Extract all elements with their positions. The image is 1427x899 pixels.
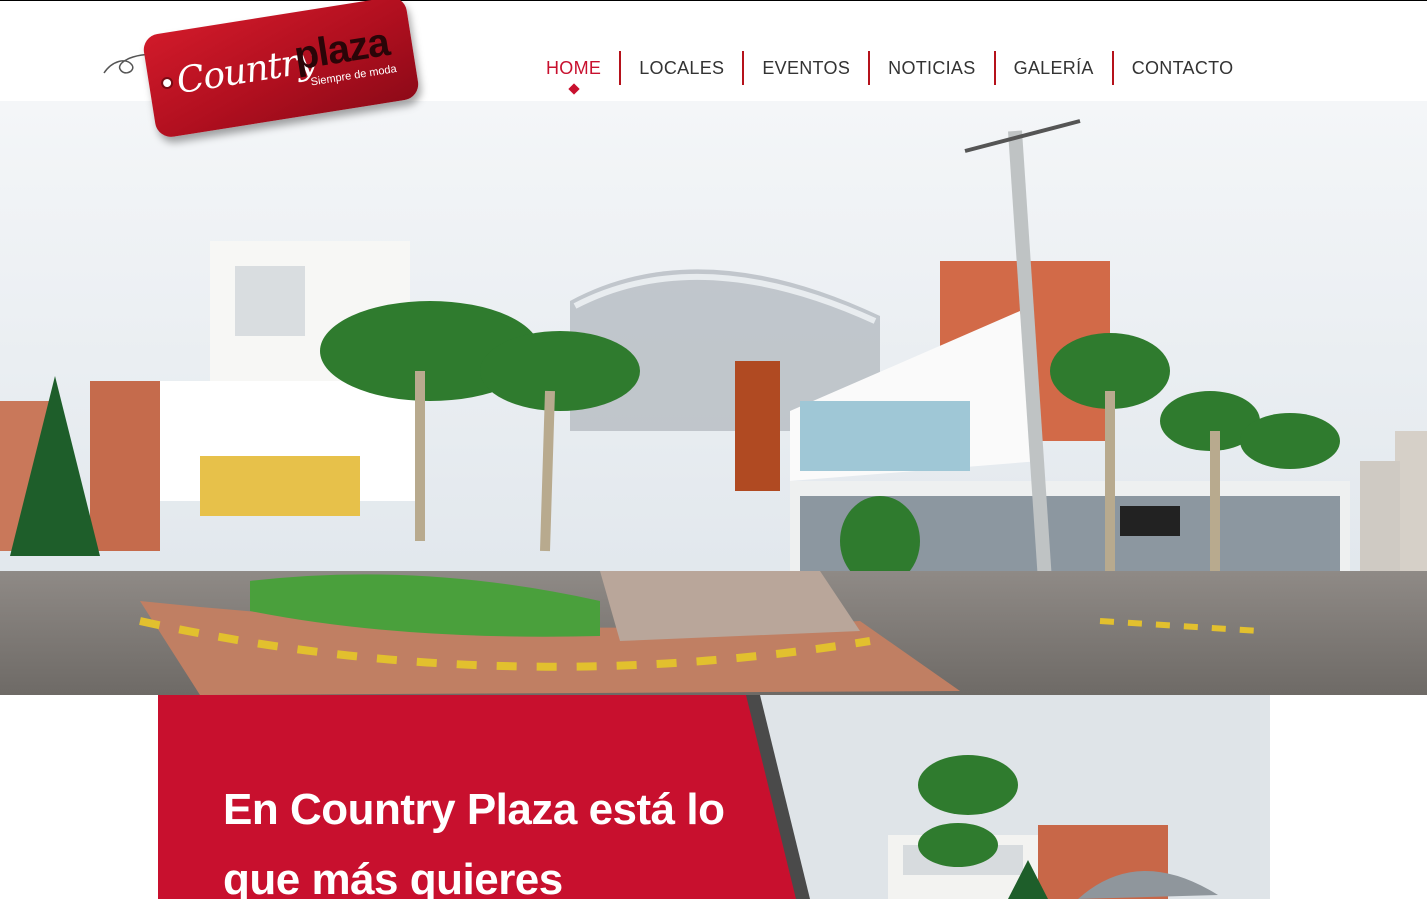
active-diamond-icon [567,83,580,95]
nav-item-eventos[interactable]: EVENTOS [742,51,868,85]
nav-item-label: NOTICIAS [888,58,976,78]
site-logo[interactable]: Country plaza Siempre de moda [102,0,422,140]
hero-slider[interactable] [0,101,1427,695]
nav-item-label: HOME [546,58,602,78]
nav-item-home[interactable]: HOME [528,51,619,95]
site-header: Country plaza Siempre de moda HOME LOCAL… [0,0,1427,140]
promo-section: En Country Plaza está lo que más quieres [158,695,1270,899]
nav-item-galeria[interactable]: GALERÍA [993,51,1112,85]
nav-item-label: EVENTOS [762,58,851,78]
nav-item-locales[interactable]: LOCALES [619,51,742,85]
nav-item-label: LOCALES [639,58,725,78]
promo-title: En Country Plaza está lo que más quieres [223,785,725,899]
nav-item-label: GALERÍA [1013,58,1094,78]
hero-mall-photo [0,101,1427,695]
nav-item-contacto[interactable]: CONTACTO [1111,51,1252,85]
logo-tag-hole [160,76,174,90]
nav-item-noticias[interactable]: NOTICIAS [868,51,993,85]
main-nav: HOME LOCALES EVENTOS NOTICIAS GALERÍA CO… [528,51,1252,95]
logo-tag: Country plaza Siempre de moda [141,0,421,140]
nav-item-label: CONTACTO [1131,58,1234,78]
promo-mall-photo [758,695,1270,899]
